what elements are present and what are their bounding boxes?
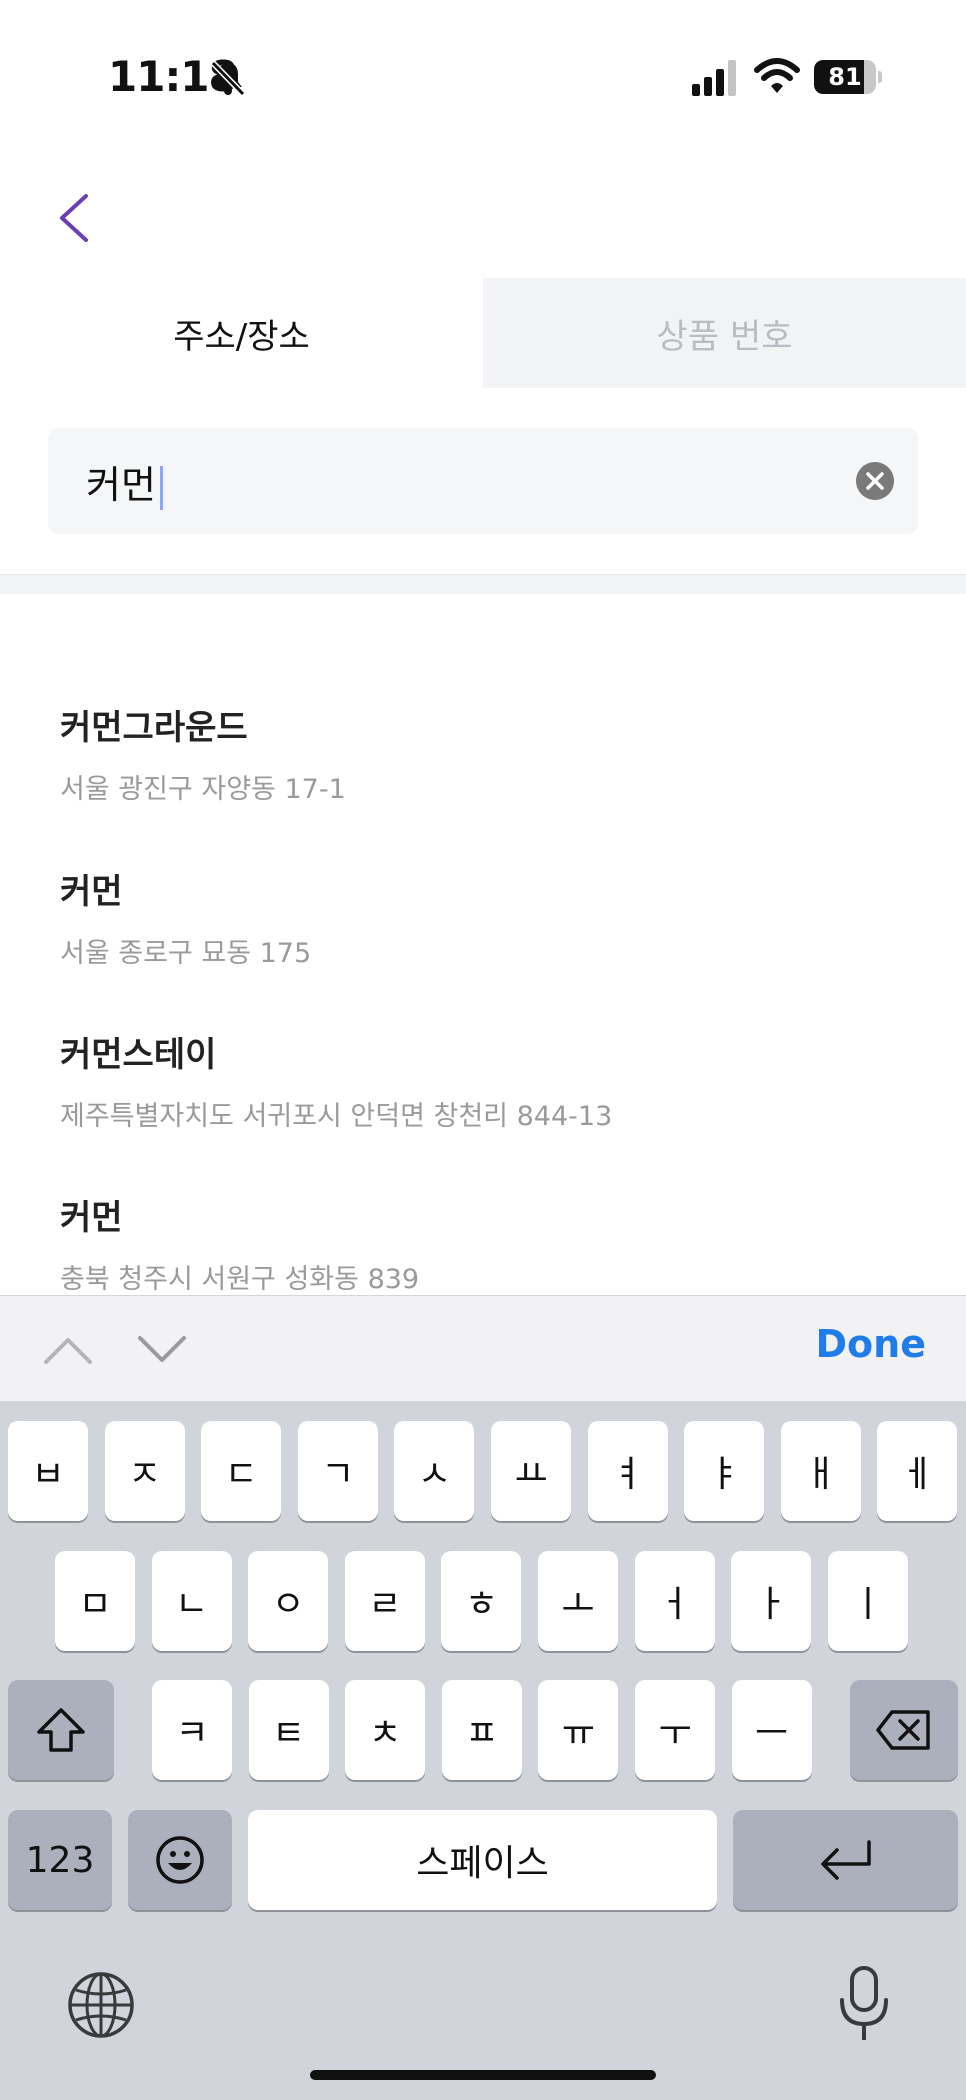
key-row3-5[interactable]: ㅠ [538, 1680, 619, 1780]
signal-icon [692, 60, 736, 96]
key-label: ㅎ [464, 1584, 498, 1625]
key-label: ㅗ [561, 1584, 595, 1625]
key-row3-6[interactable]: ㅜ [635, 1680, 715, 1780]
key-row2-9[interactable]: ㅣ [827, 1551, 908, 1651]
key-row3-7[interactable]: ㅡ [731, 1680, 812, 1780]
key-label: 스페이스 [416, 1843, 549, 1884]
key-label: ㄱ [321, 1454, 355, 1495]
battery-percent: 81 [828, 63, 862, 91]
key-row3-1[interactable]: ㅋ [152, 1680, 232, 1780]
chevron-up-icon[interactable] [40, 1324, 96, 1374]
chevron-down-icon[interactable] [134, 1324, 190, 1374]
space-key[interactable]: 스페이스 [248, 1810, 717, 1910]
key-label: ㅔ [900, 1454, 934, 1495]
key-row2-6[interactable]: ㅗ [538, 1551, 618, 1651]
section-divider [0, 574, 966, 594]
result-address: 충북 청주시 서원구 성화동 839 [60, 1264, 420, 1295]
return-key[interactable] [733, 1810, 958, 1910]
key-label: ㅡ [755, 1713, 789, 1754]
key-label: ㅇ [271, 1584, 305, 1625]
key-label: ㅋ [175, 1713, 209, 1754]
result-name: 커먼스테이 [60, 1035, 217, 1075]
delete-icon [876, 1710, 930, 1750]
microphone-icon[interactable] [836, 1966, 892, 2044]
key-label: ㅈ [128, 1454, 162, 1495]
result-name: 커먼 [60, 1198, 123, 1238]
result-address: 서울 광진구 자양동 17-1 [60, 774, 346, 805]
key-6[interactable]: ㅛ [491, 1421, 571, 1521]
key-row2-5[interactable]: ㅎ [441, 1551, 522, 1651]
key-label: ㅌ [272, 1713, 306, 1754]
key-label: ㅁ [78, 1584, 112, 1625]
key-row2-2[interactable]: ㄴ [151, 1551, 232, 1651]
key-label: ㄷ [224, 1454, 258, 1495]
key-row2-3[interactable]: ㅇ [248, 1551, 329, 1651]
keyboard-toolbar: Done [0, 1295, 966, 1401]
list-item[interactable]: 커먼 충북 청주시 서원구 성화동 839 [60, 1190, 920, 1296]
key-label: ㅍ [465, 1713, 499, 1754]
key-label: ㅊ [368, 1713, 402, 1754]
key-label: ㅣ [851, 1584, 885, 1625]
clear-circle-icon[interactable] [856, 462, 894, 500]
done-button[interactable]: Done [816, 1322, 926, 1366]
key-label: ㅓ [658, 1584, 692, 1625]
key-1[interactable]: ㅂ [8, 1421, 88, 1521]
tab-address-place[interactable]: 주소/장소 [0, 278, 483, 388]
key-label: ㅠ [561, 1713, 595, 1754]
result-name: 커먼그라운드 [60, 708, 248, 748]
key-row2-8[interactable]: ㅏ [731, 1551, 812, 1651]
key-8[interactable]: ㅑ [684, 1421, 765, 1521]
result-address: 서울 종로구 묘동 175 [60, 938, 312, 969]
list-item[interactable]: 커먼 서울 종로구 묘동 175 [60, 864, 920, 970]
key-row3-2[interactable]: ㅌ [248, 1680, 329, 1780]
key-row2-7[interactable]: ㅓ [634, 1551, 715, 1651]
key-9[interactable]: ㅐ [780, 1421, 861, 1521]
key-label: ㅏ [754, 1584, 788, 1625]
key-label: ㅕ [611, 1454, 645, 1495]
key-3[interactable]: ㄷ [201, 1421, 282, 1521]
delete-key[interactable] [850, 1680, 958, 1780]
key-label: ㅜ [658, 1713, 692, 1754]
key-10[interactable]: ㅔ [877, 1421, 958, 1521]
globe-icon[interactable] [66, 1970, 136, 2040]
key-row2-4[interactable]: ㄹ [344, 1551, 425, 1651]
shift-key[interactable] [8, 1680, 114, 1780]
wifi-icon [754, 58, 800, 93]
text-caret [159, 465, 163, 510]
back-chevron-icon[interactable] [48, 188, 108, 248]
key-label: ㅂ [31, 1454, 65, 1495]
key-label: ㅛ [514, 1454, 548, 1495]
shift-icon [37, 1708, 85, 1752]
key-row3-4[interactable]: ㅍ [441, 1680, 522, 1780]
return-icon [820, 1840, 871, 1880]
numbers-key[interactable]: 123 [8, 1810, 112, 1910]
key-label: ㄴ [175, 1584, 209, 1625]
list-item[interactable]: 커먼그라운드 서울 광진구 자양동 17-1 [60, 700, 920, 806]
key-row3-3[interactable]: ㅊ [345, 1680, 426, 1780]
tab-product-number[interactable]: 상품 번호 [483, 278, 966, 388]
list-item[interactable]: 커먼스테이 제주특별자치도 서귀포시 안덕면 창천리 844-13 [60, 1027, 920, 1133]
search-type-tabs: 주소/장소 상품 번호 [0, 278, 966, 388]
key-label: 123 [25, 1839, 95, 1881]
home-indicator [310, 2070, 656, 2080]
key-5[interactable]: ㅅ [394, 1421, 475, 1521]
key-row2-1[interactable]: ㅁ [55, 1551, 135, 1651]
key-label: ㄹ [368, 1584, 402, 1625]
key-label: ㅐ [804, 1454, 838, 1495]
emoji-key[interactable] [128, 1810, 232, 1910]
key-2[interactable]: ㅈ [104, 1421, 185, 1521]
search-input[interactable]: 커먼 [48, 428, 918, 534]
key-4[interactable]: ㄱ [297, 1421, 378, 1521]
status-bar: 11:18 81 [0, 0, 966, 150]
result-name: 커먼 [60, 872, 123, 912]
result-address: 제주특별자치도 서귀포시 안덕면 창천리 844-13 [60, 1101, 613, 1132]
emoji-icon [156, 1836, 204, 1884]
battery-indicator: 81 [814, 60, 882, 94]
key-7[interactable]: ㅕ [587, 1421, 668, 1521]
key-label: ㅅ [417, 1454, 451, 1495]
bell-slash-icon [210, 60, 246, 97]
key-label: ㅑ [707, 1454, 741, 1495]
search-input-value[interactable]: 커먼 [86, 454, 163, 510]
